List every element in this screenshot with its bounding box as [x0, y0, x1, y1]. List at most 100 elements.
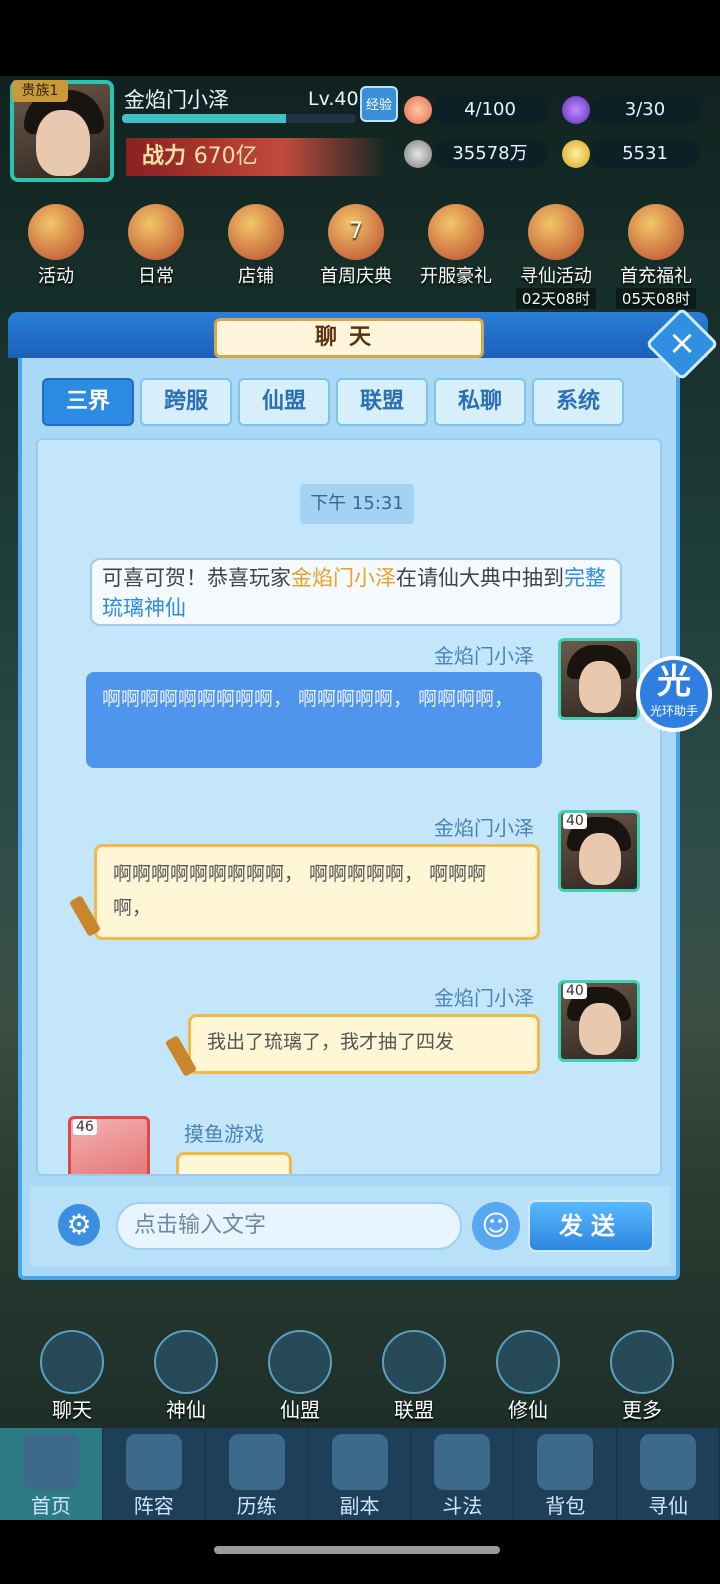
activity-server-gift[interactable]: 开服豪礼 — [416, 204, 496, 288]
system-announcement: 可喜可贺！恭喜玩家金焰门小泽在请仙大典中抽到完整琉璃神仙 — [90, 558, 622, 626]
activity-first-charge[interactable]: 首充福礼 05天08时 — [616, 204, 696, 309]
badge-seven: 7 — [349, 219, 363, 244]
gear-icon[interactable]: ⚙ — [58, 1204, 100, 1246]
silver-counter[interactable]: 35578万 — [432, 140, 548, 168]
nav-label: 背包 — [545, 1494, 586, 1518]
immortal-icon — [154, 1330, 218, 1394]
exp-badge[interactable]: 经验 — [360, 86, 398, 122]
quick-label: 神仙 — [166, 1398, 206, 1422]
spirit-value: 3/30 — [624, 99, 666, 120]
fox-girl-icon — [428, 204, 484, 260]
emoji-icon[interactable]: ☺ — [472, 1202, 520, 1250]
activity-first-week[interactable]: 7 首周庆典 — [316, 204, 396, 288]
message-timestamp: 下午 15:31 — [300, 484, 414, 524]
tower-icon — [434, 1434, 491, 1490]
power-label: 战力 — [142, 144, 187, 169]
celebration-icon: 7 — [328, 204, 384, 260]
banner-icon — [382, 1330, 446, 1394]
sender-avatar[interactable] — [558, 638, 640, 720]
avatar-face — [579, 1003, 621, 1055]
noble-badge: 贵族1 — [12, 80, 68, 102]
more-icon — [610, 1330, 674, 1394]
treasure-bag-icon — [628, 204, 684, 260]
quick-chat[interactable]: 聊天 — [36, 1330, 108, 1423]
tab-system[interactable]: 系统 — [532, 378, 624, 426]
quick-immortal[interactable]: 神仙 — [150, 1330, 222, 1423]
activity-label: 首周庆典 — [320, 266, 392, 287]
message-list[interactable]: 下午 15:31 可喜可贺！恭喜玩家金焰门小泽在请仙大典中抽到完整琉璃神仙 金焰… — [36, 438, 662, 1176]
activity-shop[interactable]: 店铺 — [216, 204, 296, 288]
nav-lineup[interactable]: 阵容 — [103, 1428, 206, 1520]
map-scroll-icon — [640, 1434, 697, 1490]
stamina-counter[interactable]: 4/100 — [432, 96, 548, 124]
gate-icon — [331, 1434, 388, 1490]
quick-label: 仙盟 — [280, 1398, 320, 1422]
drum-icon — [28, 204, 84, 260]
nav-dungeon[interactable]: 副本 — [309, 1428, 412, 1520]
nav-home[interactable]: 首页 — [0, 1428, 103, 1520]
nav-label: 斗法 — [442, 1494, 483, 1518]
activity-label: 寻仙活动 — [520, 266, 592, 287]
avatar-face — [579, 833, 621, 885]
exp-bar — [122, 114, 356, 123]
activity-daily[interactable]: 日常 — [116, 204, 196, 288]
stamina-value: 4/100 — [464, 99, 516, 120]
book-icon — [268, 1330, 332, 1394]
sender-level: 46 — [73, 1119, 97, 1135]
message-text: 啊啊啊啊啊啊啊啊啊， 啊啊啊啊啊， 啊啊啊啊， — [113, 863, 487, 919]
home-indicator[interactable] — [214, 1546, 500, 1554]
send-button[interactable]: 发送 — [528, 1200, 654, 1252]
message-bubble: 啊啊啊啊啊啊啊啊啊， 啊啊啊啊啊， 啊啊啊啊， — [94, 844, 540, 940]
tab-guild[interactable]: 仙盟 — [238, 378, 330, 426]
nav-training[interactable]: 历练 — [206, 1428, 309, 1520]
mountain-icon — [22, 1434, 79, 1490]
peach-icon — [404, 96, 432, 124]
sender-avatar[interactable]: 40 — [558, 810, 640, 892]
assistant-glyph: 光 — [657, 662, 691, 702]
message-bubble — [176, 1152, 292, 1174]
power-value: 670亿 — [193, 144, 258, 169]
exp-bar-fill — [122, 114, 286, 123]
sender-level: 40 — [563, 983, 587, 999]
gold-value: 5531 — [622, 143, 668, 164]
quick-more[interactable]: 更多 — [606, 1330, 678, 1423]
spirit-flame-icon — [562, 96, 590, 124]
quick-alliance[interactable]: 联盟 — [378, 1330, 450, 1423]
quick-label: 联盟 — [394, 1398, 434, 1422]
quick-guild[interactable]: 仙盟 — [264, 1330, 336, 1423]
sender-avatar[interactable]: 46 — [68, 1116, 150, 1174]
nav-seek[interactable]: 寻仙 — [617, 1428, 720, 1520]
nav-label: 阵容 — [133, 1494, 174, 1518]
sender-avatar[interactable]: 40 — [558, 980, 640, 1062]
avatar-face — [579, 661, 621, 713]
activity-timer: 02天08时 — [516, 288, 596, 309]
quick-cultivate[interactable]: 修仙 — [492, 1330, 564, 1423]
spirit-counter[interactable]: 3/30 — [590, 96, 700, 124]
gold-counter[interactable]: 5531 — [590, 140, 700, 168]
tab-cross-server[interactable]: 跨服 — [140, 378, 232, 426]
bottom-nav: 首页 阵容 历练 副本 斗法 背包 寻仙 — [0, 1428, 720, 1520]
nav-bag[interactable]: 背包 — [514, 1428, 618, 1520]
message-sender[interactable]: 金焰门小泽 — [434, 982, 534, 1011]
message-sender[interactable]: 金焰门小泽 — [434, 640, 534, 669]
nav-label: 副本 — [339, 1494, 380, 1518]
tab-private[interactable]: 私聊 — [434, 378, 526, 426]
chat-tabs: 三界 跨服 仙盟 联盟 私聊 系统 — [42, 378, 632, 426]
activity-seek-immortal[interactable]: 寻仙活动 02天08时 — [516, 204, 596, 309]
tab-three-realms[interactable]: 三界 — [42, 378, 134, 426]
nav-duel[interactable]: 斗法 — [411, 1428, 515, 1520]
announce-player-link[interactable]: 金焰门小泽 — [291, 566, 396, 590]
assistant-label: 光环助手 — [649, 704, 698, 718]
message-sender[interactable]: 金焰门小泽 — [434, 812, 534, 841]
activity-event[interactable]: 活动 — [16, 204, 96, 288]
activity-label: 日常 — [138, 266, 174, 287]
tab-alliance[interactable]: 联盟 — [336, 378, 428, 426]
message-bubble: 啊啊啊啊啊啊啊啊啊， 啊啊啊啊啊， 啊啊啊啊， — [86, 672, 542, 768]
quick-label: 修仙 — [508, 1398, 548, 1422]
assistant-float-button[interactable]: 光 光环助手 — [636, 656, 712, 732]
chat-bubble-icon — [40, 1330, 104, 1394]
nav-label: 寻仙 — [648, 1494, 689, 1518]
message-sender[interactable]: 摸鱼游戏 — [184, 1118, 264, 1147]
scroll-icon — [128, 204, 184, 260]
chat-input[interactable]: 点击输入文字 — [116, 1202, 462, 1250]
